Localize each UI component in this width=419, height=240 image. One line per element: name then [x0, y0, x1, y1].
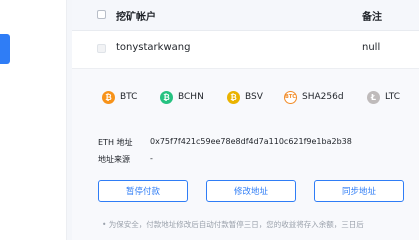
coin-ltc[interactable]: Ł LTC [367, 87, 400, 107]
remark-column-header: 备注 [362, 12, 382, 23]
sha256d-icon: BTC [284, 90, 297, 104]
coin-label: BSV [245, 92, 263, 102]
pause-payment-button[interactable]: 暂停付款 [98, 180, 188, 202]
bitcoin-sv-icon: ₿ [227, 90, 240, 104]
modify-address-button[interactable]: 修改地址 [206, 180, 296, 202]
eth-address-label: ETH 地址 [98, 138, 133, 147]
sidebar [0, 0, 67, 240]
sidebar-active-indicator[interactable] [0, 34, 10, 64]
account-name: tonystarkwang [116, 42, 191, 53]
table-row[interactable]: tonystarkwang null [72, 30, 419, 69]
coin-label: SHA256d [302, 92, 344, 102]
coin-label: BTC [120, 92, 138, 102]
main-panel: 挖矿帐户 备注 tonystarkwang null ₿ BTC ₿ BCHN … [72, 0, 419, 240]
coin-btc[interactable]: ₿ BTC [102, 87, 137, 107]
sync-address-button[interactable]: 同步地址 [314, 180, 404, 202]
account-detail-panel: ₿ BTC ₿ BCHN ₿ BSV BTC SHA256d Ł LTC ETH… [72, 69, 419, 240]
coin-bchn[interactable]: ₿ BCHN [160, 87, 204, 107]
remark-value: null [362, 42, 381, 53]
table-header: 挖矿帐户 备注 [72, 0, 419, 31]
address-source-label: 地址来源 [98, 155, 130, 164]
coin-sha256d[interactable]: BTC SHA256d [284, 87, 344, 107]
coin-bsv[interactable]: ₿ BSV [227, 87, 263, 107]
security-notice: • 为保安全，付款地址修改后自动付款暂停三日，您的收益将存入余额，三日后 [102, 220, 364, 229]
account-column-header: 挖矿帐户 [116, 12, 156, 23]
bitcoin-icon: ₿ [102, 90, 115, 104]
eth-address-value: 0x75f7f421c59ee78e8df4d7a110c621f9e1ba2b… [150, 137, 352, 146]
address-source-value: - [150, 154, 153, 163]
litecoin-icon: Ł [367, 90, 380, 104]
bitcoin-cash-icon: ₿ [160, 90, 173, 104]
row-checkbox[interactable] [97, 44, 106, 53]
coin-label: BCHN [178, 92, 204, 102]
coin-label: LTC [385, 92, 401, 102]
select-all-checkbox[interactable] [97, 10, 106, 19]
